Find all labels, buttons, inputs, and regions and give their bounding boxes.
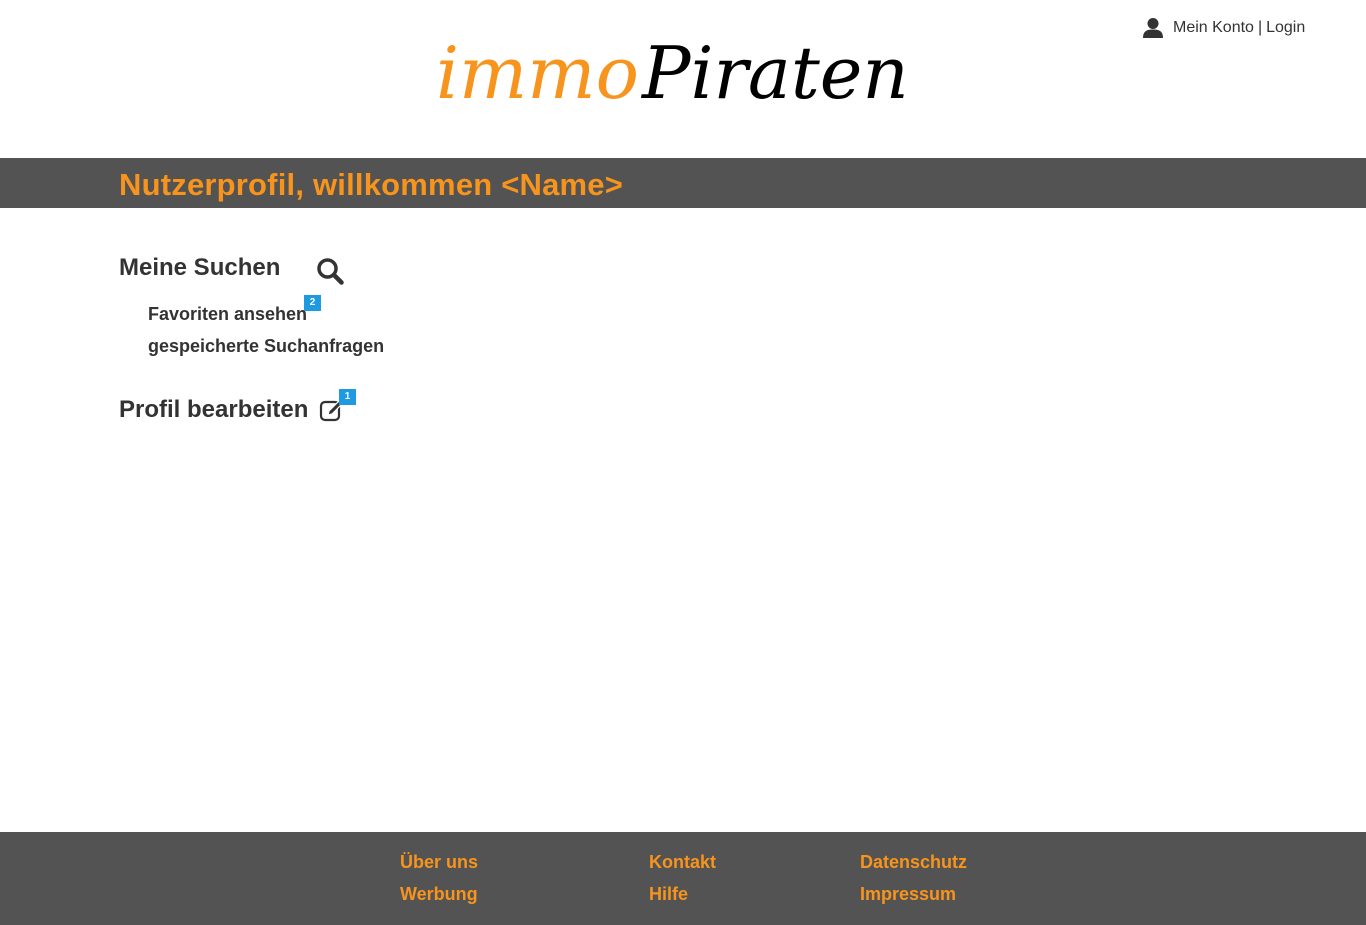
site-footer: Über uns Werbung Kontakt Hilfe Datenschu… [0, 832, 1366, 925]
footer-link-privacy[interactable]: Datenschutz [860, 852, 967, 873]
footer-link-about[interactable]: Über uns [400, 852, 478, 873]
saved-searches-link[interactable]: gespeicherte Suchanfragen [148, 336, 384, 357]
my-searches-heading: Meine Suchen [119, 254, 281, 281]
search-icon[interactable] [316, 257, 344, 285]
page: immo Piraten Mein Konto | Login Nutzerpr… [0, 0, 1366, 925]
account-area: Mein Konto | Login [1142, 16, 1305, 40]
login-link[interactable]: Login [1266, 19, 1305, 37]
footer-link-contact[interactable]: Kontakt [649, 852, 716, 873]
view-favorites-link[interactable]: Favoriten ansehen [148, 304, 307, 325]
edit-profile-heading[interactable]: Profil bearbeiten [119, 396, 308, 424]
title-bar: Nutzerprofil, willkommen <Name> [0, 158, 1366, 208]
footer-link-imprint[interactable]: Impressum [860, 884, 956, 905]
footer-link-advertising[interactable]: Werbung [400, 884, 478, 905]
favorites-count-badge: 2 [304, 295, 321, 311]
logo-piraten-text: Piraten [640, 31, 909, 115]
my-account-link[interactable]: Mein Konto [1173, 19, 1254, 37]
user-icon [1142, 17, 1164, 39]
profile-count-badge: 1 [339, 389, 356, 405]
site-logo[interactable]: immo Piraten [434, 22, 934, 118]
footer-link-help[interactable]: Hilfe [649, 884, 688, 905]
logo-immo-text: immo [436, 31, 639, 115]
page-title: Nutzerprofil, willkommen <Name> [119, 167, 624, 202]
site-header: immo Piraten Mein Konto | Login [0, 0, 1366, 158]
account-separator: | [1257, 19, 1263, 36]
